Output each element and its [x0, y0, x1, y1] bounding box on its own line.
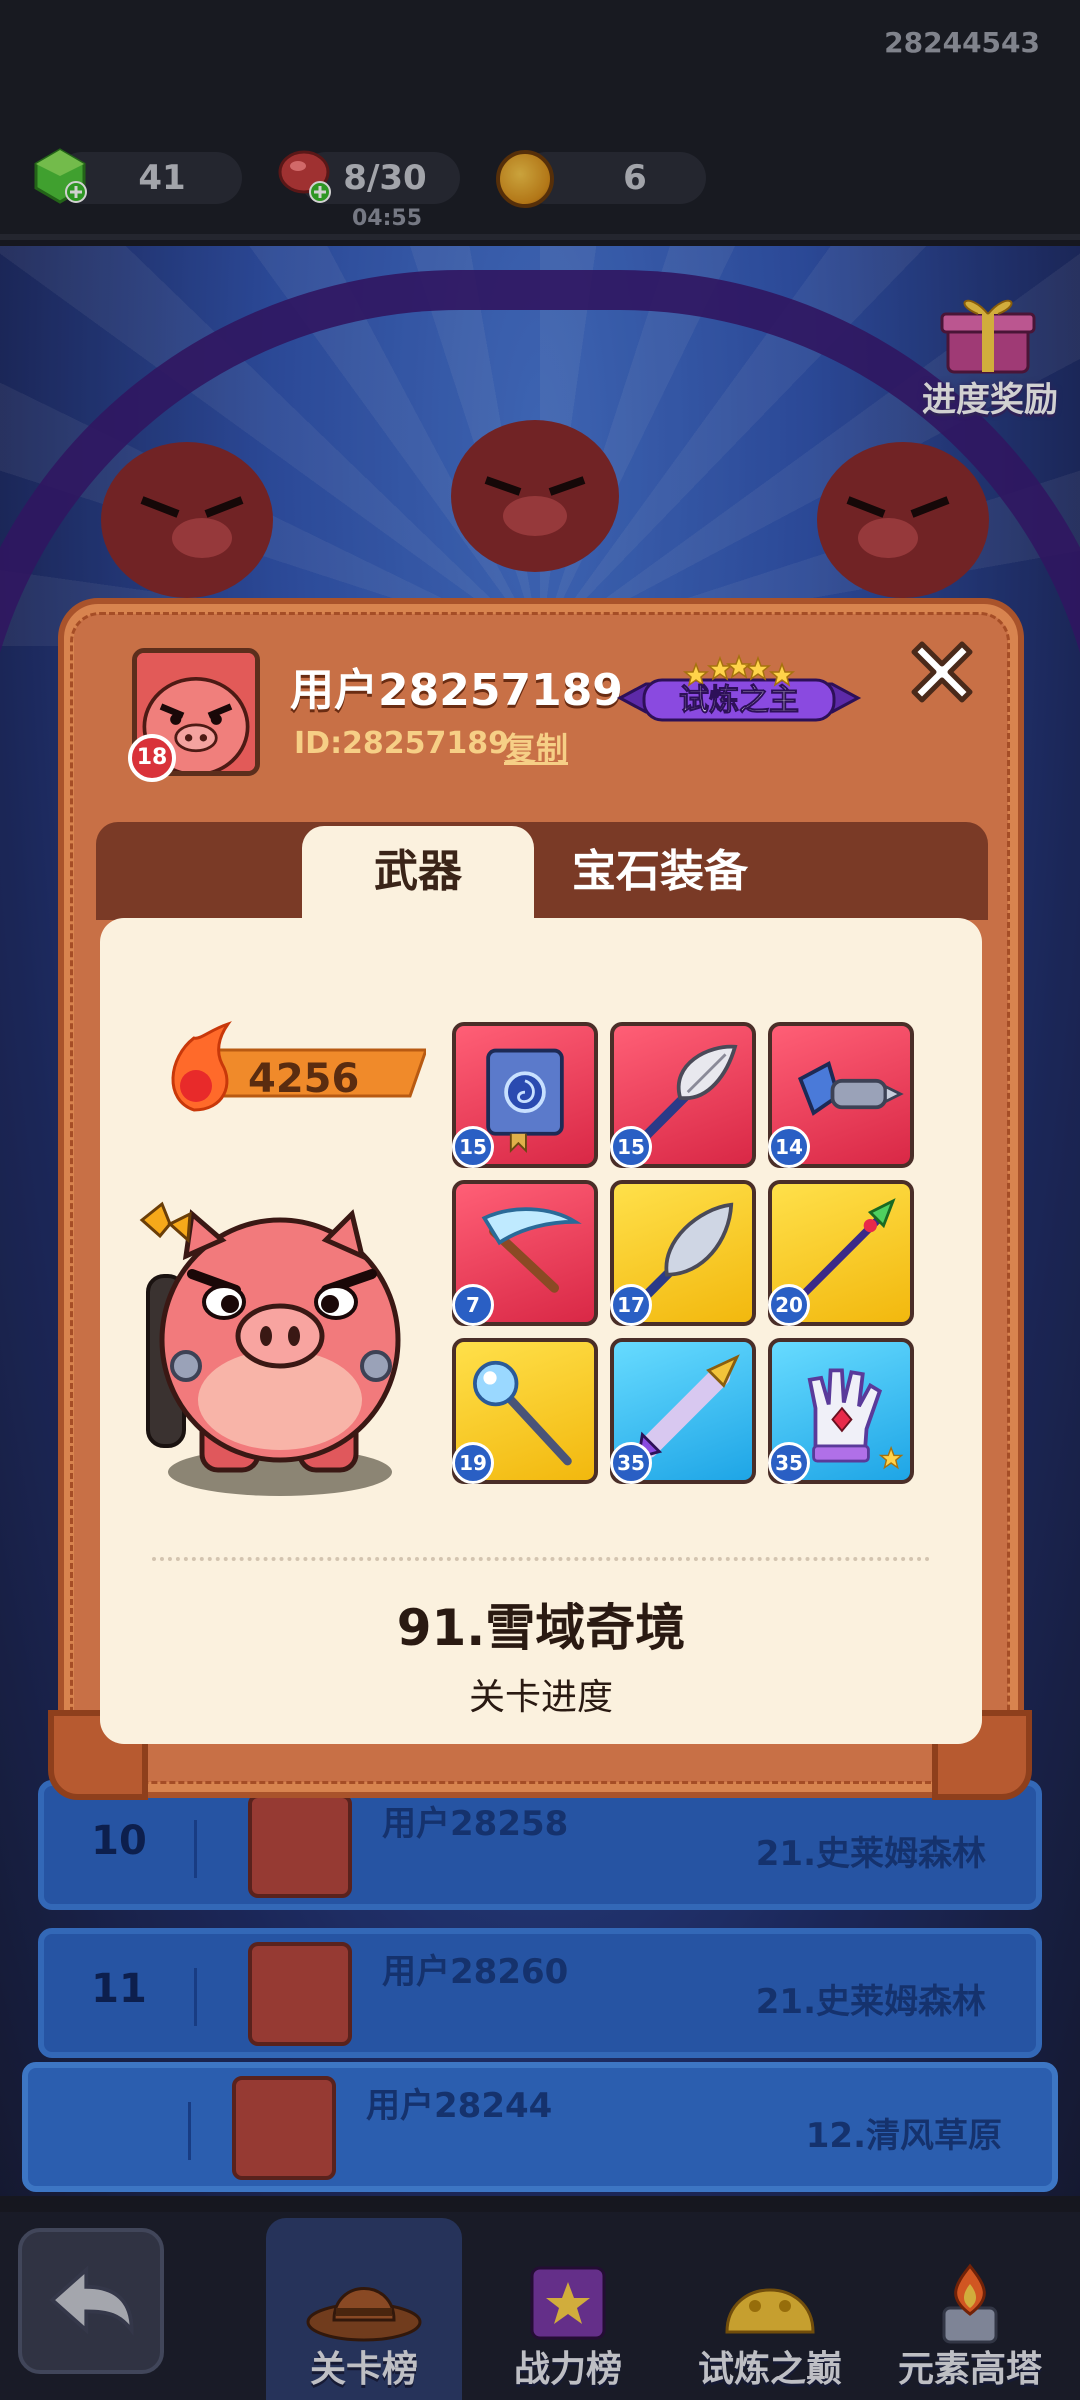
weapon-slot[interactable]: 7	[452, 1180, 598, 1326]
weapon-level: 35	[610, 1442, 652, 1484]
title-badge-text: 试炼之主	[679, 683, 799, 718]
weapon-level: 15	[610, 1126, 652, 1168]
weapon-grid: 15 15 14 7 17 20 19 35 35	[452, 1022, 920, 1486]
pig-hero-character	[139, 1201, 401, 1496]
stage-progress-name: 91.雪域奇境	[396, 1599, 686, 1657]
stage-progress-label: 关卡进度	[468, 1677, 613, 1718]
weapon-level: 19	[452, 1442, 494, 1484]
copy-id-button[interactable]: 复制	[504, 724, 568, 770]
player-id: ID:28257189	[294, 726, 510, 761]
weapon-slot[interactable]: 35	[768, 1338, 914, 1484]
weapon-slot[interactable]: 15	[452, 1022, 598, 1168]
game-screen: { "top_bar": { "user_id": "28244543", "g…	[0, 0, 1080, 2400]
popup-tab-bar	[96, 822, 988, 920]
player-level-badge: 18	[128, 734, 176, 782]
weapon-slot[interactable]: 15	[610, 1022, 756, 1168]
tab-weapons[interactable]: 武器	[302, 826, 534, 926]
weapon-level: 20	[768, 1284, 810, 1326]
player-name: 用户28257189	[290, 665, 623, 716]
close-icon[interactable]	[900, 630, 984, 714]
tab-gem-equipment[interactable]: 宝石装备	[552, 826, 768, 920]
weapon-slot[interactable]: 20	[768, 1180, 914, 1326]
title-badge: 试炼之主	[616, 654, 862, 722]
dotted-divider	[152, 1557, 930, 1561]
weapon-level: 17	[610, 1284, 652, 1326]
weapon-slot[interactable]: 17	[610, 1180, 756, 1326]
weapon-level: 14	[768, 1126, 810, 1168]
weapon-slot[interactable]: 35	[610, 1338, 756, 1484]
weapon-level: 15	[452, 1126, 494, 1168]
power-value: 4256	[248, 1056, 360, 1102]
weapon-level: 35	[768, 1442, 810, 1484]
weapon-slot[interactable]: 19	[452, 1338, 598, 1484]
weapon-level: 7	[452, 1284, 494, 1326]
weapon-slot[interactable]: 14	[768, 1022, 914, 1168]
